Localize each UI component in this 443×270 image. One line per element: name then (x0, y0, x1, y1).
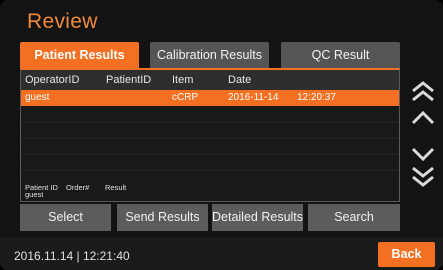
tab-patient-results[interactable]: Patient Results (20, 42, 139, 68)
cell-item: cCRP (172, 92, 199, 103)
table-row[interactable]: guest cCRP 2016-11-14 12:20:37 (21, 90, 399, 106)
detail-label-result: Result (105, 183, 127, 192)
cell-operator-id: guest (25, 92, 50, 103)
down-icon[interactable] (409, 142, 437, 166)
row-divider (21, 138, 399, 139)
tab-calibration-results[interactable]: Calibration Results (150, 42, 269, 68)
page-title: Review (27, 10, 98, 33)
cell-time: 12:20:37 (297, 92, 336, 103)
search-button[interactable]: Search (308, 204, 400, 231)
tab-qc-result[interactable]: QC Result (281, 42, 400, 68)
column-header-operator-id: OperatorID (25, 74, 80, 86)
datetime-display: 2016.11.14 | 12:21:40 (14, 249, 130, 263)
table-header: OperatorID PatientID Item Date (21, 70, 399, 90)
row-divider (21, 154, 399, 155)
up-icon[interactable] (409, 106, 437, 130)
review-screen: Review Patient Results Calibration Resul… (0, 0, 443, 270)
column-header-date: Date (228, 74, 252, 86)
status-bar: 2016.11.14 | 12:21:40 Back (0, 238, 443, 270)
back-button[interactable]: Back (378, 242, 435, 267)
tab-bar: Patient Results Calibration Results QC R… (20, 42, 400, 68)
detail-value-patient-id: guest (25, 190, 44, 199)
row-divider (21, 170, 399, 171)
row-divider (21, 122, 399, 123)
cell-date: 2016-11-14 (228, 92, 279, 103)
column-header-item: Item (172, 74, 194, 86)
detailed-results-button[interactable]: Detailed Results (212, 204, 303, 231)
select-button[interactable]: Select (20, 204, 111, 231)
double-up-icon[interactable] (409, 80, 437, 104)
double-down-icon[interactable] (409, 164, 437, 188)
column-header-patient-id: PatientID (106, 74, 152, 86)
detail-label-order: Order# (66, 183, 90, 192)
scroll-controls (403, 72, 443, 192)
results-panel: OperatorID PatientID Item Date guest cCR… (20, 68, 400, 202)
action-bar: Select Send Results Detailed Results Sea… (20, 204, 400, 231)
send-results-button[interactable]: Send Results (117, 204, 208, 231)
